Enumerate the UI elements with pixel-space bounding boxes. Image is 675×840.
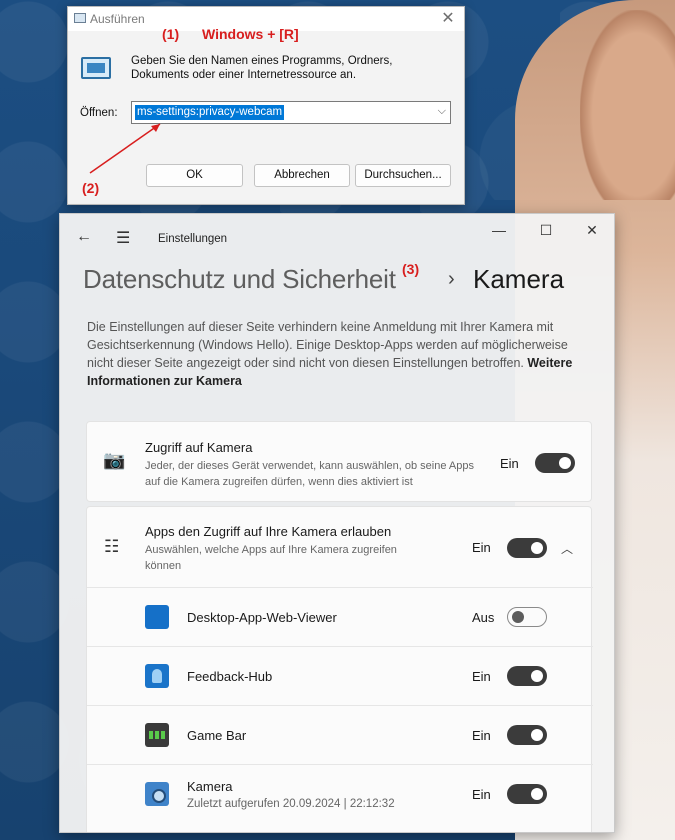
intro-text: Die Einstellungen auf dieser Seite verhi… bbox=[87, 318, 592, 390]
camera-access-card: 📷 Zugriff auf Kamera Jeder, der dieses G… bbox=[86, 421, 592, 502]
app-state: Ein bbox=[472, 728, 491, 743]
app-name: Kamera bbox=[187, 779, 233, 794]
camera-access-title: Zugriff auf Kamera bbox=[145, 440, 253, 455]
app-access-state: Ein bbox=[472, 540, 491, 555]
camera-app-toggle[interactable] bbox=[507, 784, 547, 804]
game-bar-toggle[interactable] bbox=[507, 725, 547, 745]
intro-body: Die Einstellungen auf dieser Seite verhi… bbox=[87, 320, 568, 370]
browse-button[interactable]: Durchsuchen... bbox=[355, 164, 451, 187]
camera-app-icon bbox=[145, 782, 169, 806]
background-face bbox=[580, 10, 675, 200]
game-bar-icon bbox=[145, 723, 169, 747]
command-input[interactable]: ms-settings:privacy-webcam ⌵ bbox=[131, 101, 451, 124]
divider bbox=[87, 705, 593, 706]
page-title: Kamera bbox=[473, 264, 565, 294]
settings-window: ← ☰ Einstellungen — ☐ ✕ Datenschutz und … bbox=[59, 213, 615, 833]
app-access-title: Apps den Zugriff auf Ihre Kamera erlaube… bbox=[145, 524, 392, 539]
command-value: ms-settings:privacy-webcam bbox=[135, 105, 285, 120]
feedback-hub-toggle[interactable] bbox=[507, 666, 547, 686]
app-access-card: ☷ Apps den Zugriff auf Ihre Kamera erlau… bbox=[86, 506, 593, 832]
breadcrumb-parent[interactable]: Datenschutz und Sicherheit bbox=[83, 264, 396, 295]
run-description: Geben Sie den Namen eines Programms, Ord… bbox=[131, 55, 393, 81]
camera-access-state: Ein bbox=[500, 456, 519, 471]
annotation-step2: (2) bbox=[82, 180, 100, 196]
app-name: Feedback-Hub bbox=[187, 669, 273, 684]
breadcrumb-chevron-icon: › bbox=[448, 268, 455, 290]
close-icon[interactable]: ✕ bbox=[438, 9, 458, 29]
app-list-icon: ☷ bbox=[104, 537, 120, 556]
ok-button[interactable]: OK bbox=[146, 164, 243, 187]
app-state: Ein bbox=[472, 787, 491, 802]
chevron-down-icon[interactable]: ⌵ bbox=[438, 105, 446, 118]
web-viewer-toggle[interactable] bbox=[507, 607, 547, 627]
chevron-up-icon[interactable]: ︿ bbox=[561, 540, 573, 557]
maximize-icon[interactable]: ☐ bbox=[531, 222, 561, 239]
web-viewer-icon bbox=[145, 605, 169, 629]
cancel-button[interactable]: Abbrechen bbox=[254, 164, 350, 187]
hamburger-menu-icon[interactable]: ☰ bbox=[116, 228, 130, 248]
annotation-step1: (1) bbox=[162, 26, 180, 42]
app-access-subtitle: Auswählen, welche Apps auf Ihre Kamera z… bbox=[145, 544, 397, 572]
app-state: Aus bbox=[472, 610, 495, 625]
camera-icon: 📷 bbox=[103, 450, 126, 470]
feedback-hub-icon bbox=[145, 664, 169, 688]
annotation-shortcut: Windows + [R] bbox=[202, 26, 299, 42]
run-title: Ausführen bbox=[90, 12, 145, 26]
run-program-icon bbox=[81, 57, 111, 79]
back-arrow-icon[interactable]: ← bbox=[76, 228, 92, 246]
minimize-icon[interactable]: — bbox=[484, 222, 514, 238]
divider bbox=[87, 764, 593, 765]
open-label: Öffnen: bbox=[80, 107, 118, 119]
app-name: Game Bar bbox=[187, 728, 247, 743]
run-window-icon bbox=[74, 13, 86, 23]
camera-access-toggle[interactable] bbox=[535, 453, 575, 473]
app-state: Ein bbox=[472, 669, 491, 684]
app-title: Einstellungen bbox=[158, 233, 228, 245]
annotation-step3: (3) bbox=[402, 261, 420, 277]
camera-access-subtitle: Jeder, der dieses Gerät verwendet, kann … bbox=[145, 460, 474, 488]
app-access-toggle[interactable] bbox=[507, 538, 547, 558]
divider bbox=[87, 646, 593, 647]
last-used-text: Zuletzt aufgerufen 20.09.2024 | 22:12:32 bbox=[187, 798, 395, 810]
divider bbox=[87, 587, 593, 588]
app-name: Desktop-App-Web-Viewer bbox=[187, 610, 337, 625]
close-window-icon[interactable]: ✕ bbox=[577, 222, 607, 239]
